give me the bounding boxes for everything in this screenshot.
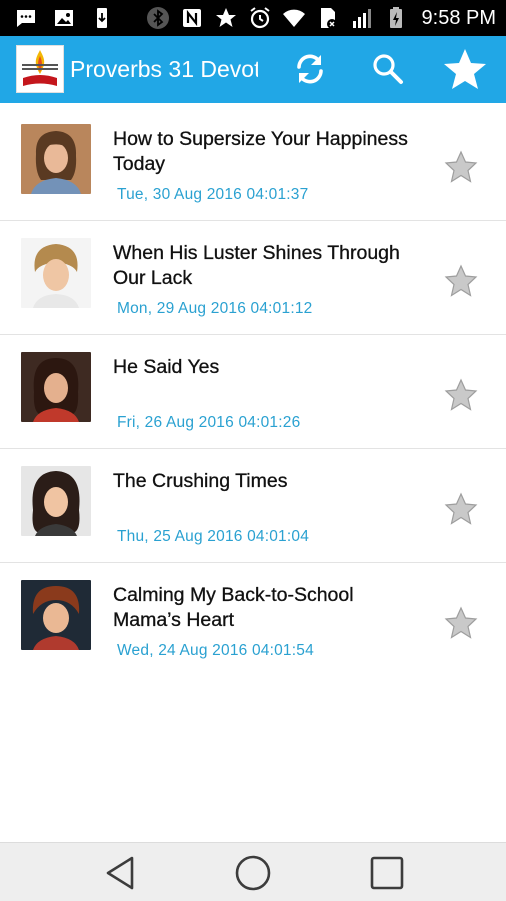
author-avatar	[21, 124, 91, 194]
item-date: Thu, 25 Aug 2016 04:01:04	[117, 528, 310, 545]
status-bar: 9:58 PM	[0, 0, 506, 36]
list-item[interactable]: The Crushing Times Thu, 25 Aug 2016 04:0…	[0, 449, 506, 563]
author-avatar	[21, 238, 91, 308]
favorite-star-icon[interactable]	[444, 150, 478, 184]
refresh-icon	[297, 54, 323, 84]
navigation-bar	[0, 842, 506, 901]
item-title: How to Supersize Your Happiness Today	[113, 128, 408, 175]
item-title: Calming My Back-to-School Mama’s Heart	[113, 584, 354, 631]
favorite-star-icon[interactable]	[444, 264, 478, 298]
recents-icon	[370, 856, 404, 890]
sim-icon	[320, 8, 337, 29]
devotion-list: How to Supersize Your Happiness Today Tu…	[0, 107, 506, 676]
signal-icon	[352, 9, 371, 28]
message-icon	[17, 10, 35, 27]
list-item[interactable]: Calming My Back-to-School Mama’s Heart W…	[0, 563, 506, 676]
favorite-star-icon[interactable]	[444, 606, 478, 640]
home-button[interactable]	[231, 851, 275, 895]
status-notifications	[14, 6, 114, 30]
author-avatar	[21, 352, 91, 422]
status-time: 9:58 PM	[421, 6, 496, 29]
app-title: Proverbs 31 Devotions	[70, 56, 258, 82]
search-button[interactable]	[365, 46, 411, 92]
bluetooth-icon	[146, 7, 169, 29]
star-icon	[215, 8, 236, 27]
app-bar: Proverbs 31 Devotions	[0, 36, 506, 103]
author-avatar	[21, 466, 91, 536]
item-date: Mon, 29 Aug 2016 04:01:12	[117, 300, 313, 317]
refresh-button[interactable]	[287, 46, 333, 92]
download-icon	[97, 8, 107, 28]
favorite-star-icon[interactable]	[444, 378, 478, 412]
list-item[interactable]: How to Supersize Your Happiness Today Tu…	[0, 107, 506, 221]
home-icon	[235, 855, 271, 891]
back-icon	[106, 856, 134, 890]
list-item[interactable]: When His Luster Shines Through Our Lack …	[0, 221, 506, 335]
item-date: Wed, 24 Aug 2016 04:01:54	[117, 642, 314, 659]
back-button[interactable]	[98, 851, 142, 895]
item-title: When His Luster Shines Through Our Lack	[113, 242, 400, 289]
author-avatar	[21, 580, 91, 650]
recents-button[interactable]	[365, 851, 409, 895]
list-item[interactable]: He Said Yes Fri, 26 Aug 2016 04:01:26	[0, 335, 506, 449]
favorite-star-icon[interactable]	[444, 492, 478, 526]
battery-icon	[389, 7, 402, 28]
image-icon	[55, 10, 73, 26]
item-date: Tue, 30 Aug 2016 04:01:37	[117, 186, 309, 203]
favorites-button[interactable]	[442, 46, 488, 92]
nfc-icon	[182, 9, 201, 27]
status-indicators: 9:58 PM	[146, 6, 496, 30]
item-date: Fri, 26 Aug 2016 04:01:26	[117, 414, 301, 431]
alarm-icon	[249, 7, 270, 29]
app-logo-icon[interactable]	[16, 45, 64, 93]
favorites-star-icon	[444, 49, 486, 89]
item-title: He Said Yes	[113, 356, 220, 378]
item-title: The Crushing Times	[113, 470, 288, 492]
search-icon	[373, 54, 403, 84]
wifi-icon	[282, 9, 305, 27]
